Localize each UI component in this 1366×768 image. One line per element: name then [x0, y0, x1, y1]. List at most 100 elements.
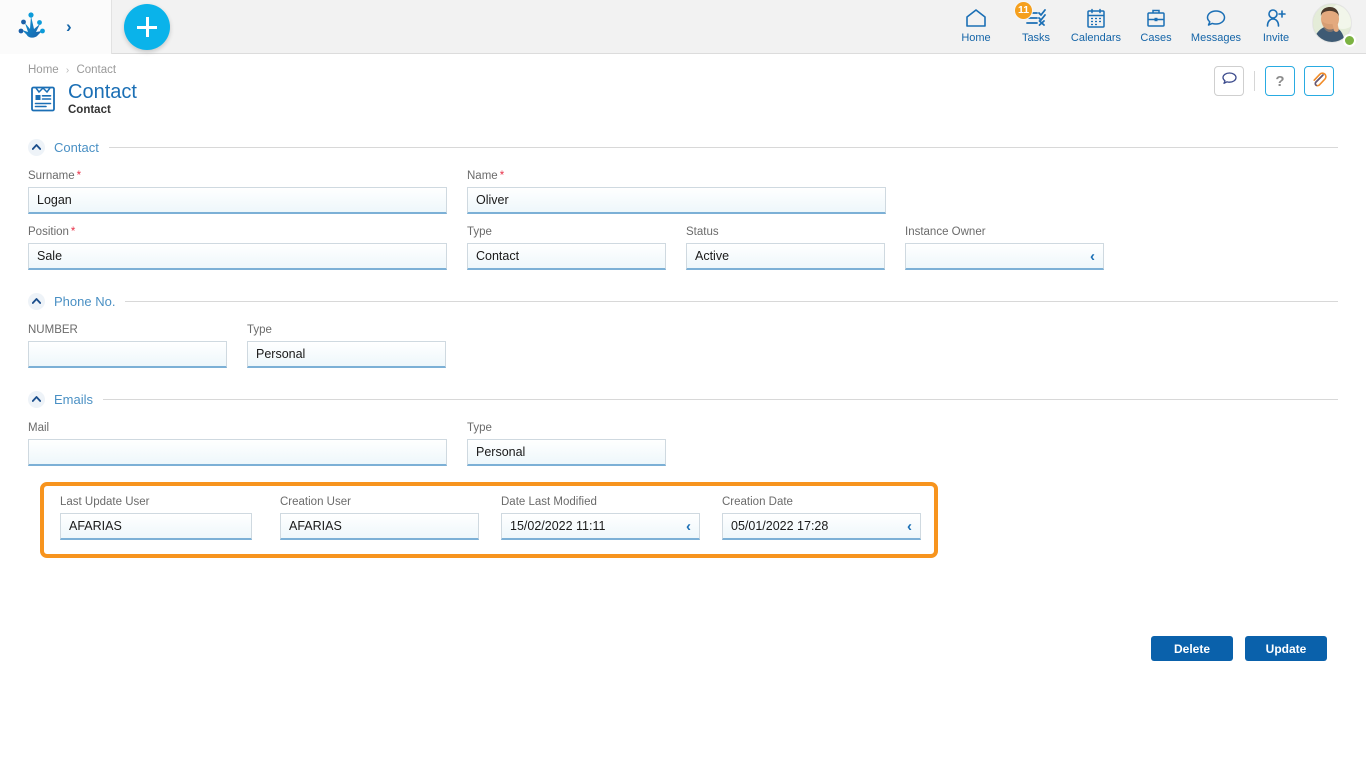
- section-title-emails: Emails: [54, 392, 93, 407]
- chevron-up-icon: [32, 396, 41, 402]
- field-date-last-modified: Date Last Modified 15/02/2022 11:11 ‹: [501, 496, 700, 540]
- chat-bubble-icon: [1204, 5, 1228, 31]
- update-button[interactable]: Update: [1245, 636, 1327, 661]
- field-instance-owner: Instance Owner ‹: [905, 226, 1104, 270]
- header-action-buttons: ?: [1214, 66, 1334, 96]
- nav-item-cases[interactable]: Cases: [1126, 0, 1186, 44]
- delete-button[interactable]: Delete: [1151, 636, 1233, 661]
- input-phone-number[interactable]: [28, 341, 227, 368]
- section-collapse-toggle-emails[interactable]: [28, 391, 45, 408]
- help-button[interactable]: ?: [1265, 66, 1295, 96]
- field-mail-type: Type Personal: [467, 422, 666, 466]
- comment-icon: [1221, 71, 1238, 91]
- input-type-value: Contact: [476, 249, 657, 263]
- breadcrumb-home[interactable]: Home: [28, 64, 59, 76]
- input-mail[interactable]: [28, 439, 447, 466]
- nav-label-tasks: Tasks: [1022, 32, 1050, 44]
- nav-item-calendars[interactable]: Calendars: [1066, 0, 1126, 44]
- section-title-contact: Contact: [54, 140, 99, 155]
- input-phone-type[interactable]: Personal: [247, 341, 446, 368]
- contact-row-2: Position* Sale Type Contact Status Activ…: [28, 226, 1338, 270]
- section-rule: [103, 399, 1338, 400]
- input-creation-user[interactable]: AFARIAS: [280, 513, 479, 540]
- nav-label-home: Home: [961, 32, 990, 44]
- label-phone-number: NUMBER: [28, 324, 227, 336]
- input-type[interactable]: Contact: [467, 243, 666, 270]
- sidebar-expand-chevron-icon[interactable]: ›: [66, 18, 72, 35]
- app-logo[interactable]: [10, 12, 54, 42]
- label-creation-date: Creation Date: [722, 496, 921, 508]
- input-mail-type[interactable]: Personal: [467, 439, 666, 466]
- user-avatar-button[interactable]: [1312, 3, 1358, 49]
- audit-fields-highlight-box: Last Update User AFARIAS Creation User A…: [40, 482, 938, 558]
- field-creation-user: Creation User AFARIAS: [280, 496, 479, 540]
- input-position[interactable]: Sale: [28, 243, 447, 270]
- nav-label-calendars: Calendars: [1071, 32, 1121, 44]
- label-phone-type: Type: [247, 324, 446, 336]
- section-title-phone: Phone No.: [54, 294, 115, 309]
- label-mail: Mail: [28, 422, 447, 434]
- input-last-update-user[interactable]: AFARIAS: [60, 513, 252, 540]
- person-add-icon: [1264, 5, 1288, 31]
- input-date-last-modified-value: 15/02/2022 11:11: [510, 519, 680, 533]
- field-phone-type: Type Personal: [247, 324, 446, 368]
- attachment-button[interactable]: [1304, 66, 1334, 96]
- topbar-left-zone: ›: [0, 0, 112, 54]
- label-last-update-user: Last Update User: [60, 496, 252, 508]
- field-mail: Mail: [28, 422, 447, 466]
- input-creation-user-value: AFARIAS: [289, 519, 470, 533]
- input-status[interactable]: Active: [686, 243, 885, 270]
- input-creation-date[interactable]: 05/01/2022 17:28 ‹: [722, 513, 921, 540]
- nav-item-invite[interactable]: Invite: [1246, 0, 1306, 44]
- calendar-icon: [1084, 5, 1108, 31]
- date-picker-chevron-left-icon[interactable]: ‹: [686, 519, 691, 534]
- field-position: Position* Sale: [28, 226, 447, 270]
- top-nav-items: Home 11 Tasks: [946, 0, 1366, 54]
- label-name: Name*: [467, 170, 886, 182]
- input-name[interactable]: Oliver: [467, 187, 886, 214]
- label-date-last-modified: Date Last Modified: [501, 496, 700, 508]
- required-marker: *: [71, 226, 75, 238]
- page-header: Home › Contact Contact Contact: [0, 54, 1366, 116]
- label-position: Position*: [28, 226, 447, 238]
- section-header-contact: Contact: [28, 136, 1338, 158]
- contact-form: Contact Surname* Logan Name* Oliver Posi…: [0, 136, 1366, 572]
- top-navigation-bar: › Home 11: [0, 0, 1366, 54]
- header-divider: [1254, 71, 1255, 91]
- comment-button[interactable]: [1214, 66, 1244, 96]
- section-collapse-toggle-contact[interactable]: [28, 139, 45, 156]
- add-new-button[interactable]: [124, 4, 170, 50]
- input-instance-owner[interactable]: ‹: [905, 243, 1104, 270]
- label-surname: Surname*: [28, 170, 447, 182]
- online-status-dot: [1343, 34, 1356, 47]
- page-title: Contact: [68, 82, 137, 103]
- input-status-value: Active: [695, 249, 876, 263]
- nav-label-messages: Messages: [1191, 32, 1241, 44]
- nav-item-home[interactable]: Home: [946, 0, 1006, 44]
- field-last-update-user: Last Update User AFARIAS: [60, 496, 252, 540]
- input-surname-value: Logan: [37, 193, 438, 207]
- section-collapse-toggle-phone[interactable]: [28, 293, 45, 310]
- breadcrumb-separator: ›: [66, 65, 69, 76]
- input-last-update-user-value: AFARIAS: [69, 519, 243, 533]
- field-status: Status Active: [686, 226, 885, 270]
- emails-row-1: Mail Type Personal: [28, 422, 1338, 466]
- lookup-chevron-left-icon[interactable]: ‹: [1090, 249, 1095, 264]
- input-date-last-modified[interactable]: 15/02/2022 11:11 ‹: [501, 513, 700, 540]
- nav-item-tasks[interactable]: 11 Tasks: [1006, 0, 1066, 44]
- question-mark-icon: ?: [1275, 74, 1284, 89]
- required-marker: *: [77, 170, 81, 182]
- tasks-badge: 11: [1014, 1, 1033, 20]
- nav-item-messages[interactable]: Messages: [1186, 0, 1246, 44]
- date-picker-chevron-left-icon[interactable]: ‹: [907, 519, 912, 534]
- breadcrumb: Home › Contact: [28, 64, 1366, 76]
- breadcrumb-current: Contact: [76, 64, 116, 76]
- field-surname: Surname* Logan: [28, 170, 447, 214]
- input-mail-type-value: Personal: [476, 445, 657, 459]
- input-surname[interactable]: Logan: [28, 187, 447, 214]
- contact-row-1: Surname* Logan Name* Oliver: [28, 170, 1338, 214]
- input-position-value: Sale: [37, 249, 438, 263]
- field-phone-number: NUMBER: [28, 324, 227, 368]
- section-header-phone: Phone No.: [28, 290, 1338, 312]
- label-status: Status: [686, 226, 885, 238]
